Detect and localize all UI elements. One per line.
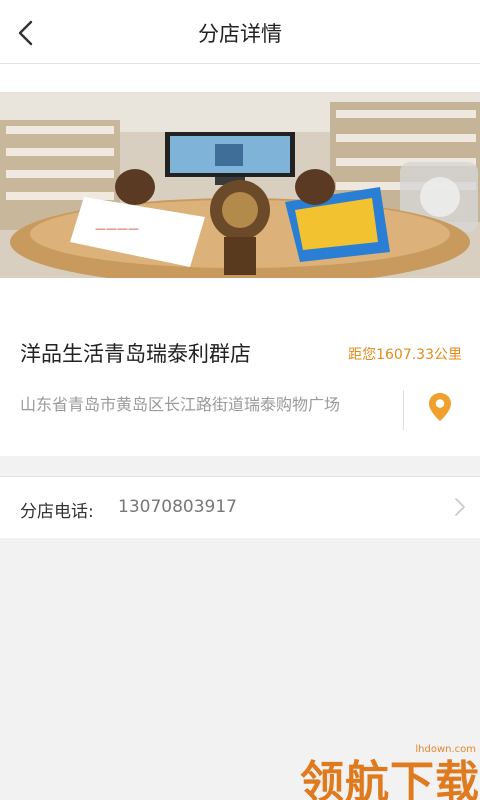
store-phone-row[interactable]: 分店电话: 13070803917 — [0, 476, 480, 538]
distance-label: 距您1607.33公里 — [348, 347, 462, 363]
navigation-bar: 分店详情 — [0, 0, 480, 64]
store-address: 山东省青岛市黄岛区长江路街道瑞泰购物广场 — [20, 395, 341, 414]
store-photo[interactable]: ———— — [0, 92, 480, 278]
svg-text:————: ———— — [95, 222, 139, 235]
watermark: 领航下载 lhdown.com — [300, 740, 480, 800]
phone-number[interactable]: 13070803917 — [118, 497, 237, 517]
chevron-right-icon — [454, 497, 466, 517]
store-name: 洋品生活青岛瑞泰利群店 — [20, 342, 251, 366]
watermark-url: lhdown.com — [415, 744, 476, 755]
phone-label: 分店电话: — [20, 502, 94, 522]
store-details-panel: ———— 洋品生活青岛瑞泰利群店 距您1607.33公里 山东省青岛市黄岛区长江… — [0, 64, 480, 456]
vertical-divider — [403, 390, 404, 430]
page-title: 分店详情 — [198, 22, 282, 46]
location-pin-icon[interactable] — [428, 392, 452, 422]
